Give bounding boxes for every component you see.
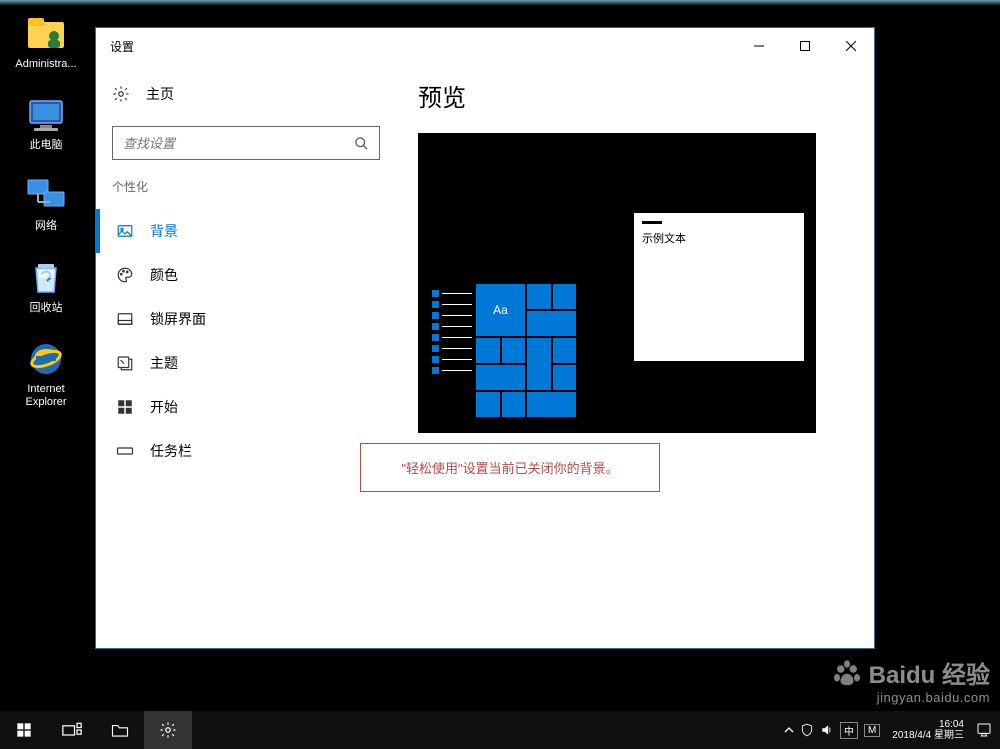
desktop-icon-user[interactable]: Administra...: [6, 12, 86, 71]
preview-tile-aa: Aa: [476, 284, 525, 336]
home-label: 主页: [146, 84, 174, 104]
network-icon: [24, 174, 68, 218]
nav-item-colors[interactable]: 颜色: [96, 253, 396, 297]
minimize-button[interactable]: [736, 30, 782, 62]
recyclebin-icon: [24, 256, 68, 300]
taskbar-clock[interactable]: 16:04 2018/4/4 星期三: [886, 719, 970, 741]
search-icon: [354, 136, 369, 151]
ease-of-access-alert: "轻松使用"设置当前已关闭你的背景。: [360, 443, 660, 492]
nav-item-background[interactable]: 背景: [96, 209, 396, 253]
taskbar-tray: 中 M 16:04 2018/4/4 星期三: [784, 719, 1000, 741]
ime-indicator-zh[interactable]: 中: [840, 722, 858, 739]
nav-item-start[interactable]: 开始: [96, 385, 396, 429]
taskbar-icon: [116, 442, 134, 460]
sidebar: 主页 个性化 背景 颜色 锁屏界面: [96, 64, 396, 648]
tray-security-icon[interactable]: [800, 723, 814, 737]
lockscreen-icon: [116, 310, 134, 328]
settings-window: 设置 主页 个性化 背景: [96, 28, 874, 648]
search-box[interactable]: [112, 126, 380, 160]
content-area: 预览 示例文本: [396, 64, 874, 648]
settings-taskbar-button[interactable]: [144, 711, 192, 749]
desktop-preview: 示例文本 Aa: [418, 133, 816, 433]
themes-icon: [116, 354, 134, 372]
gear-icon: [112, 85, 130, 103]
section-title: 个性化: [96, 178, 396, 203]
maximize-button[interactable]: [782, 30, 828, 62]
nav-item-taskbar[interactable]: 任务栏: [96, 429, 396, 473]
content-heading: 预览: [418, 78, 844, 113]
picture-icon: [116, 222, 134, 240]
taskbar: 中 M 16:04 2018/4/4 星期三: [0, 711, 1000, 749]
window-title: 设置: [110, 38, 134, 55]
ie-icon: [24, 337, 68, 381]
desktop-icon-recyclebin[interactable]: 回收站: [6, 256, 86, 315]
notifications-button[interactable]: [976, 722, 992, 738]
baidu-watermark: Baidu 经验 jingyan.baidu.com: [832, 655, 990, 705]
desktop-icon-network[interactable]: 网络: [6, 174, 86, 233]
search-input[interactable]: [123, 136, 354, 151]
home-link[interactable]: 主页: [96, 76, 396, 112]
preview-start-menu: Aa: [432, 284, 576, 417]
nav-item-lockscreen[interactable]: 锁屏界面: [96, 297, 396, 341]
preview-sample-window: 示例文本: [634, 213, 804, 361]
desktop-icon-thispc[interactable]: 此电脑: [6, 93, 86, 152]
palette-icon: [116, 266, 134, 284]
desktop-icon-ie[interactable]: Internet Explorer: [6, 337, 86, 409]
nav-item-themes[interactable]: 主题: [96, 341, 396, 385]
start-button[interactable]: [0, 711, 48, 749]
ime-indicator-m[interactable]: M: [864, 724, 880, 737]
taskview-button[interactable]: [48, 711, 96, 749]
tray-chevron-icon[interactable]: [784, 725, 794, 735]
titlebar[interactable]: 设置: [96, 28, 874, 64]
tray-volume-icon[interactable]: [820, 723, 834, 737]
start-icon: [116, 398, 134, 416]
desktop-icons-area: Administra... 此电脑 网络 回收站 Internet Explor…: [6, 12, 86, 431]
computer-icon: [24, 93, 68, 137]
file-explorer-button[interactable]: [96, 711, 144, 749]
user-folder-icon: [24, 12, 68, 56]
close-button[interactable]: [828, 30, 874, 62]
